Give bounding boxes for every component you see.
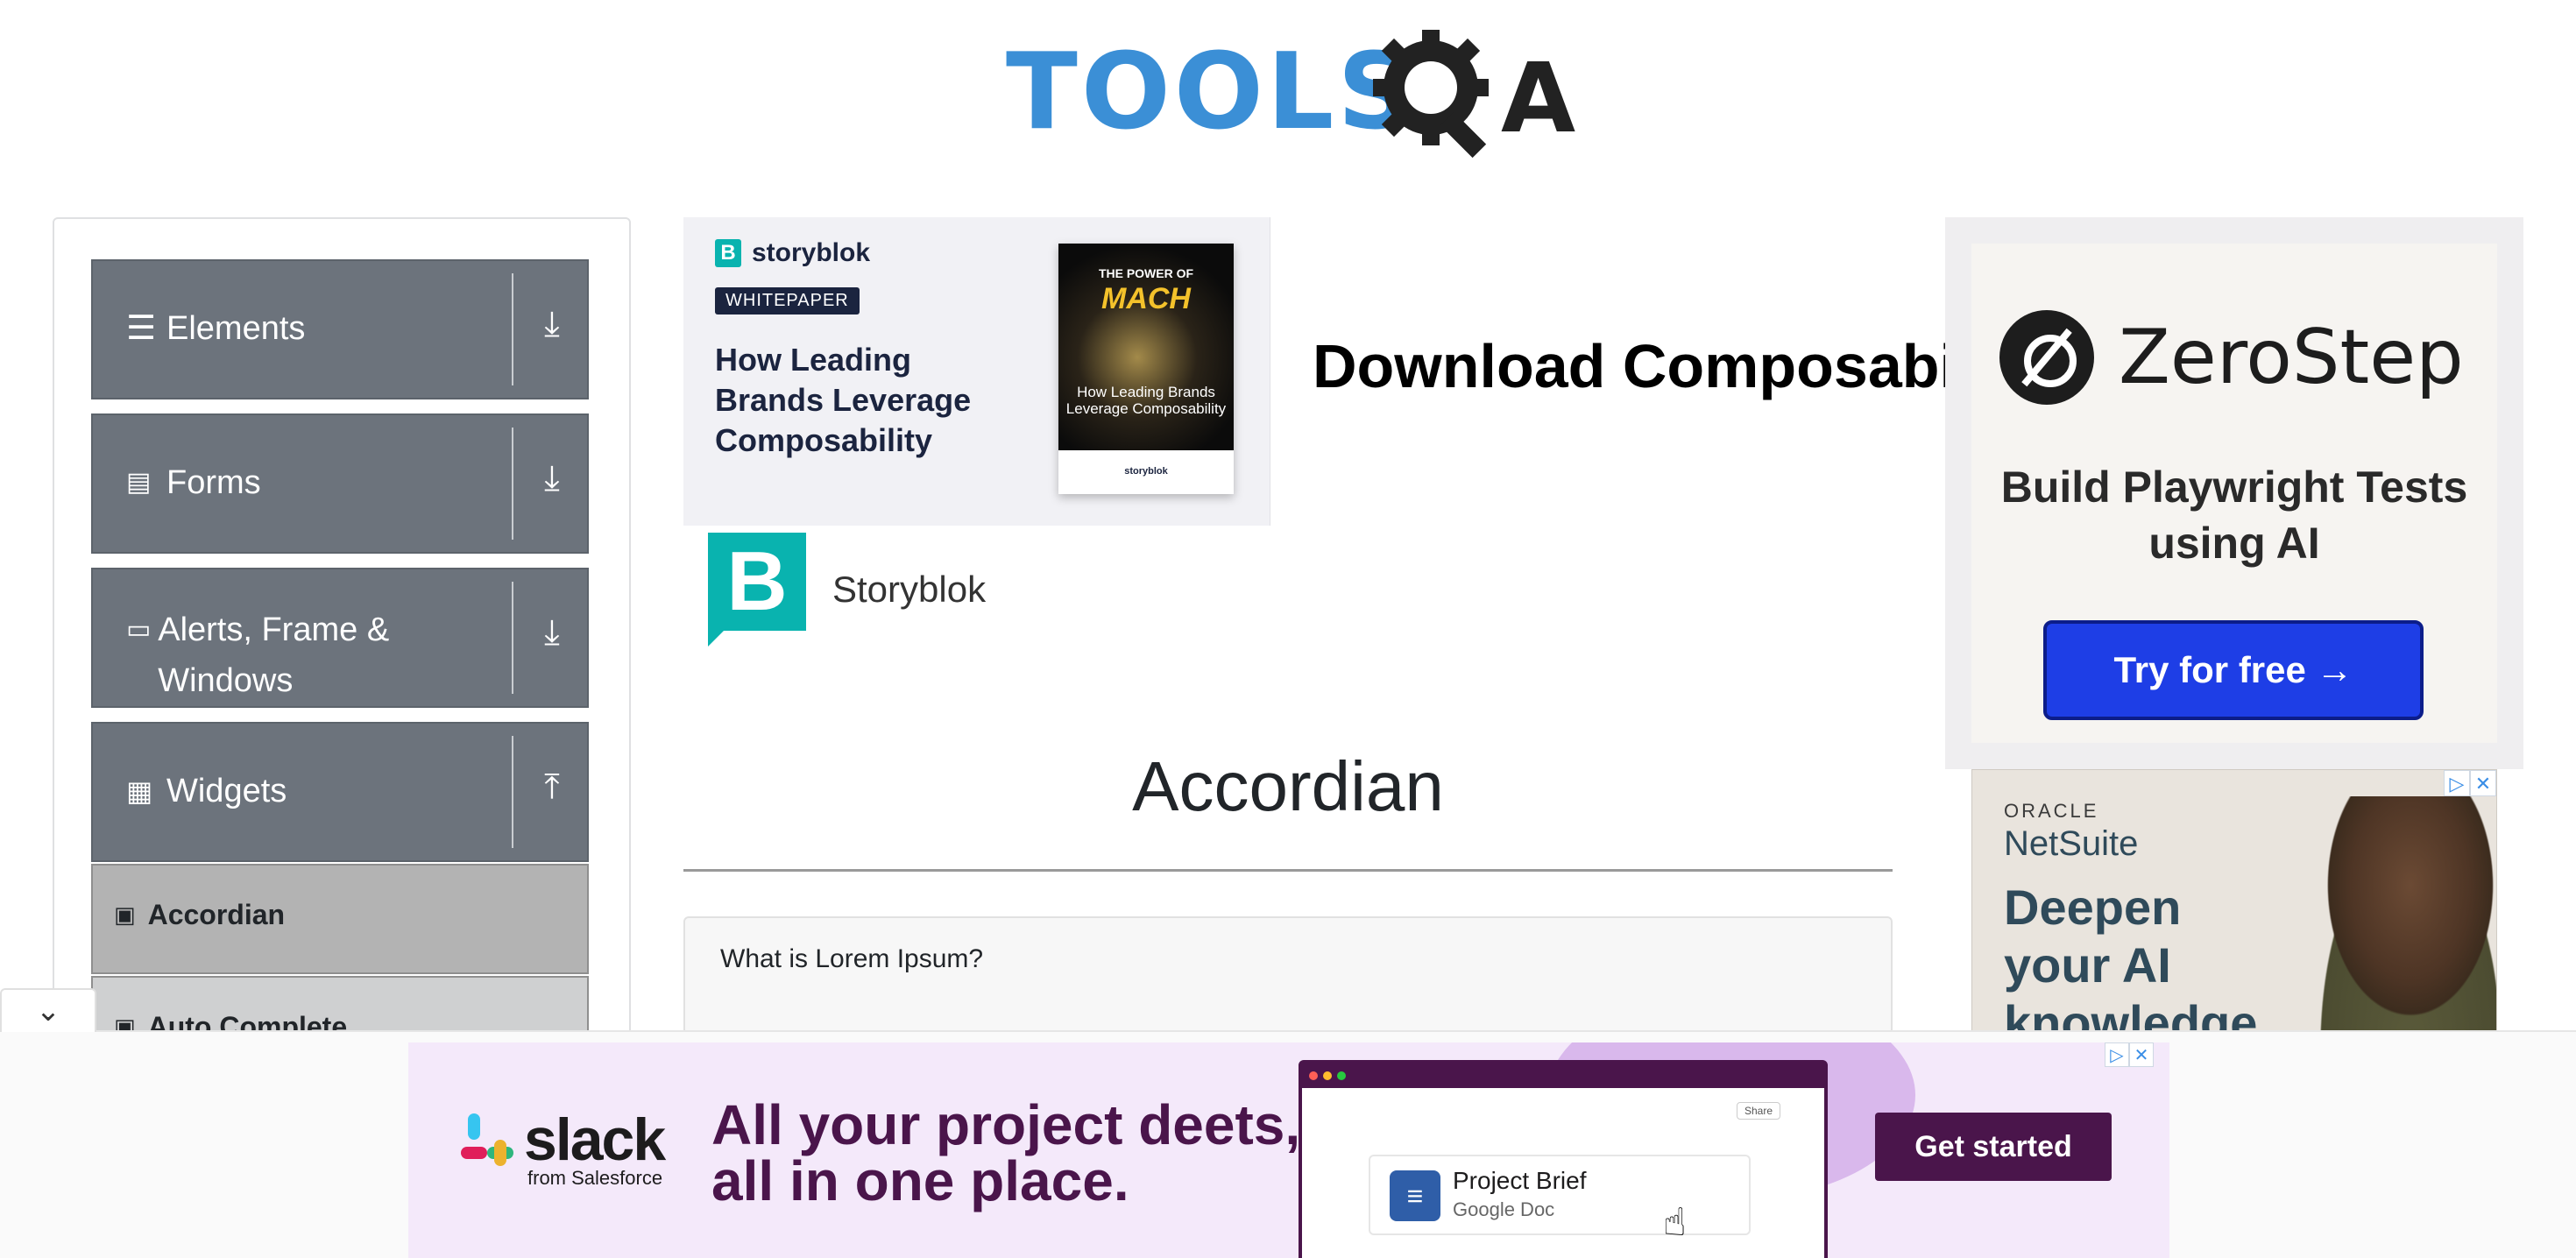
widgets-icon: ▦ (126, 775, 153, 807)
doc-title: Project Brief (1453, 1167, 1587, 1194)
group-label: Forms (166, 464, 261, 501)
download-arrow-icon: ⤓ (544, 305, 560, 343)
sponsor-row[interactable]: B Storyblok (708, 533, 986, 647)
zerostep-icon (1999, 310, 2094, 405)
sponsor-name: Storyblok (832, 569, 987, 610)
adchoices-icon[interactable]: ▷ (2105, 1042, 2129, 1067)
group-elements[interactable]: ☰ Elements ⤓ (91, 259, 589, 399)
ad-choices: ▷ ✕ (2105, 1042, 2154, 1067)
group-label: Elements (166, 310, 306, 347)
storyblok-logo-icon: B (708, 533, 806, 647)
cover-mach-text: MACH (1101, 282, 1191, 315)
storyblok-logo: B storyblok (715, 238, 870, 268)
doc-type: Google Doc (1453, 1198, 1555, 1220)
divider (512, 428, 513, 540)
logo-text: TOOLS (1006, 32, 1417, 153)
chevron-down-icon: ⌄ (35, 994, 61, 1028)
divider (512, 582, 513, 694)
zerostep-ad[interactable]: ZeroStep Build Playwright Tests using AI… (1945, 217, 2523, 769)
share-button: Share (1736, 1102, 1780, 1120)
slack-logo: slack (461, 1106, 666, 1174)
html5-icon: ▣ (114, 901, 136, 928)
sidebar-item-accordian[interactable]: ▣ Accordian (91, 864, 589, 974)
group-alerts-frame-windows[interactable]: ▭ Alerts, Frame & Windows ⤓ (91, 568, 589, 708)
divider (512, 736, 513, 848)
accordion-section-header[interactable]: What is Lorem Ipsum? (683, 916, 1893, 1004)
ad-person-image (2305, 796, 2496, 1031)
toolsqa-logo[interactable]: TOOLS A (1006, 25, 1575, 161)
close-icon[interactable]: ✕ (2129, 1042, 2154, 1067)
cover-footer: storyblok (1124, 466, 1168, 477)
ad-card[interactable]: B storyblok WHITEPAPER How Leading Brand… (683, 217, 1270, 526)
oracle-wordmark: ORACLE (2004, 800, 2099, 822)
brand-name: storyblok (752, 238, 871, 267)
get-started-button[interactable]: Get started (1875, 1113, 2112, 1181)
title-divider (683, 869, 1893, 872)
slack-headline-line1: All your project deets, (711, 1093, 1301, 1156)
oracle-netsuite-ad[interactable]: ORACLE NetSuite Deepen your AI knowledge… (1971, 769, 2497, 1032)
menu-icon: ☰ (126, 310, 157, 347)
close-icon[interactable]: ✕ (2470, 770, 2496, 796)
slack-icon (461, 1113, 513, 1166)
ad-download-text[interactable]: Download Composabil (1313, 331, 1945, 401)
slack-headline: All your project deets, all in one place… (711, 1097, 1300, 1209)
storyblok-icon: B (715, 239, 741, 267)
zerostep-brand: ZeroStep (2119, 314, 2464, 401)
slack-headline-line2: all in one place. (711, 1149, 1129, 1212)
download-arrow-icon: ⤓ (544, 613, 560, 652)
try-for-free-button[interactable]: Try for free → (2043, 620, 2424, 720)
download-arrow-icon: ⤓ (544, 459, 560, 498)
group-widgets[interactable]: ▦ Widgets ⤒ (91, 722, 589, 862)
collapse-ad-button[interactable]: ⌄ (0, 988, 96, 1032)
divider (512, 273, 513, 385)
slack-ad[interactable]: slack from Salesforce All your project d… (408, 1042, 2169, 1258)
adchoices-icon[interactable]: ▷ (2444, 770, 2470, 796)
storyblok-ad[interactable]: B storyblok WHITEPAPER How Leading Brand… (683, 217, 1945, 526)
window-icon: ▭ (126, 615, 152, 644)
ad-choices: ▷ ✕ (2444, 770, 2496, 796)
oracle-headline: Deepen your AI knowledge (2004, 880, 2258, 1032)
hand-cursor-icon: ☝ (1663, 1201, 1687, 1244)
ad-headline: How Leading Brands Leverage Composabilit… (715, 342, 972, 458)
project-brief-card: ≡ Project Brief Google Doc (1369, 1155, 1751, 1235)
gear-magnifier-icon: A (1373, 30, 1575, 159)
slack-wordmark: slack (524, 1106, 666, 1173)
document-icon: ≡ (1390, 1170, 1440, 1221)
window-titlebar (1302, 1064, 1824, 1088)
cover-title: How Leading Brands Leverage Composabilit… (1065, 384, 1227, 417)
group-forms[interactable]: ▤ Forms ⤓ (91, 413, 589, 554)
netsuite-wordmark: NetSuite (2004, 824, 2139, 863)
form-icon: ▤ (126, 468, 152, 497)
sidebar-item-label: Accordian (147, 899, 286, 930)
cover-top-text: THE POWER OF (1098, 266, 1194, 280)
whitepaper-badge: WHITEPAPER (715, 287, 860, 314)
slack-from-salesforce: from Salesforce (527, 1167, 663, 1189)
zerostep-logo: ZeroStep (1999, 310, 2464, 405)
page-title: Accordian (1132, 747, 1444, 825)
zerostep-tagline: Build Playwright Tests using AI (2000, 463, 2468, 568)
whitepaper-cover: THE POWER OF MACH How Leading Brands Lev… (1058, 244, 1234, 494)
slack-app-window: Share ≡ Project Brief Google Doc ☝ (1299, 1060, 1828, 1258)
svg-text:A: A (1501, 42, 1575, 154)
accordion-question: What is Lorem Ipsum? (720, 944, 984, 973)
group-label: Alerts, Frame & Windows (158, 611, 390, 699)
upload-arrow-icon: ⤒ (544, 767, 560, 806)
group-label: Widgets (166, 773, 287, 809)
